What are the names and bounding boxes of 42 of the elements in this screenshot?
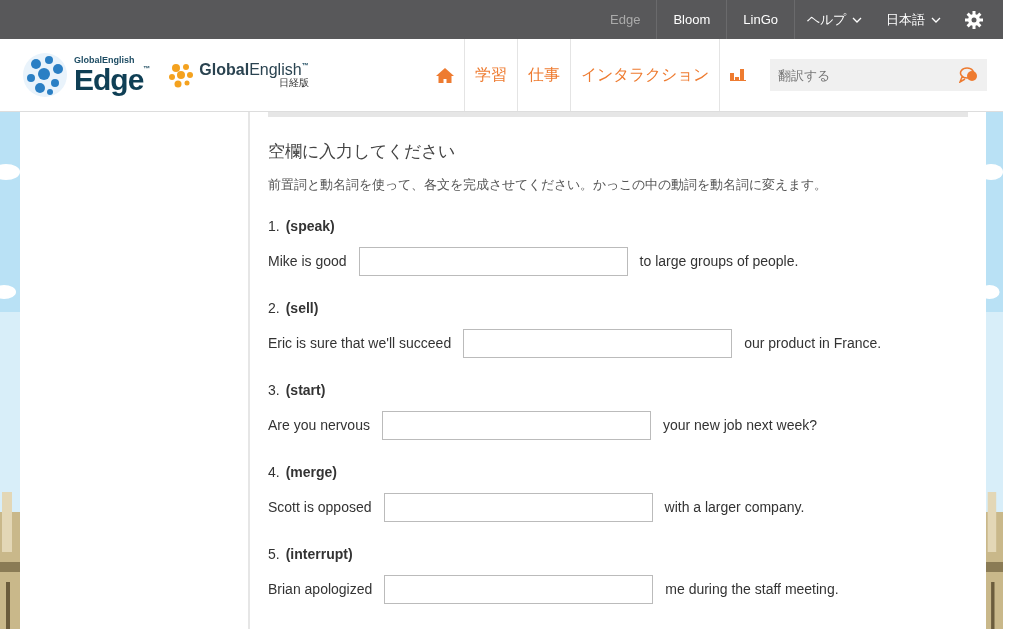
sentence-text: our product in France.: [744, 334, 882, 353]
product-tab[interactable]: LinGo: [726, 0, 794, 39]
instruction-text: 前置詞と動名詞を使って、各文を完成させてください。かっこの中の動詞を動名詞に変えます。: [268, 175, 828, 194]
answer-box[interactable]: [384, 575, 654, 604]
sentence-text: Eric is sure that we'll succeed: [268, 334, 452, 353]
home-icon: [436, 67, 454, 83]
question-number: 3.: [268, 382, 280, 398]
answer-box[interactable]: [381, 411, 651, 440]
sentence-text: Brian apologized: [268, 580, 373, 599]
product-tab[interactable]: Bloom: [656, 0, 727, 39]
edition-text: 日経版: [278, 78, 309, 88]
sentence-text: Are you nervous: [268, 416, 370, 435]
answer-box[interactable]: [358, 247, 628, 276]
menu-dropdown[interactable]: 日本語: [874, 0, 953, 39]
dots-logo-icon: [167, 61, 196, 89]
speech-bubble-icon[interactable]: [959, 67, 979, 83]
sentence-text: to large groups of people.: [639, 252, 799, 271]
verb-hint: (interrupt): [285, 546, 353, 562]
answer-box[interactable]: [383, 493, 653, 522]
globe-logo-icon: [22, 52, 68, 98]
chevron-icon: [852, 16, 862, 23]
sentence-text: your new job next week?: [662, 416, 818, 435]
settings-icon[interactable]: [965, 10, 983, 29]
sentence-text: Mike is good: [268, 252, 347, 271]
verb-hint: (start): [285, 382, 326, 398]
verb-hint: (merge): [285, 464, 338, 480]
sentence-text: me during the staff meeting.: [665, 580, 839, 599]
translate-field[interactable]: 翻訳する: [770, 59, 987, 91]
question-number: 4.: [268, 464, 280, 480]
chevron-icon: [931, 16, 941, 23]
menu-dropdown[interactable]: ヘルプ: [795, 0, 874, 39]
question-number: 5.: [268, 546, 280, 562]
question-number: 1.: [268, 218, 280, 234]
exercise-title: 空欄に入力してください: [268, 141, 456, 163]
logo-text: GlobalEnglish: [74, 55, 136, 65]
verb-hint: (sell): [285, 300, 319, 316]
question-number: 2.: [268, 300, 280, 316]
answer-box[interactable]: [463, 329, 733, 358]
bar-chart-icon: [730, 69, 746, 81]
sentence-text: Scott is opposed: [268, 498, 372, 517]
verb-hint: (speak): [285, 218, 335, 234]
sentence-text: with a larger company.: [664, 498, 805, 517]
